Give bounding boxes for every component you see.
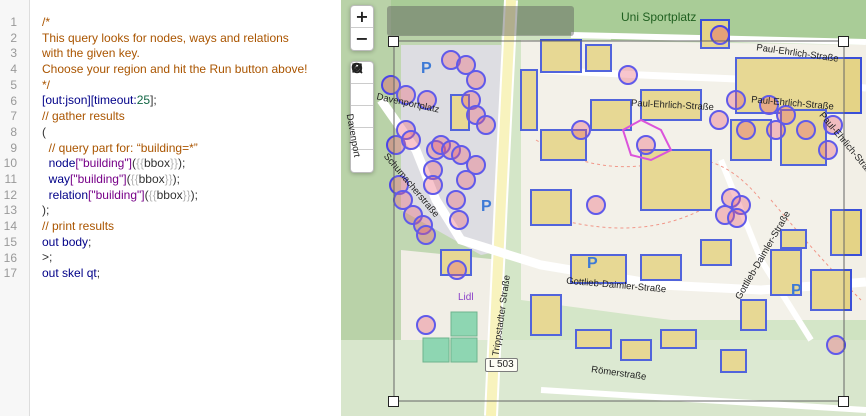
code-token: }} [169, 156, 178, 171]
line-number: 2 [10, 30, 17, 45]
code-area[interactable]: /* This query looks for nodes, ways and r… [42, 15, 340, 282]
line-number: 10 [3, 156, 17, 171]
code-line[interactable]: out skel qt; [42, 266, 340, 282]
code-token: ; [88, 234, 92, 249]
map-search-box[interactable] [387, 6, 574, 36]
line-number: 17 [3, 266, 17, 281]
code-token: ); [190, 187, 198, 202]
code-token: }} [164, 171, 173, 186]
code-token: with the given key. [42, 46, 140, 61]
line-number: 3 [10, 46, 17, 61]
code-token: */ [42, 77, 51, 92]
code-token: ["building"] [70, 171, 127, 186]
code-line[interactable]: This query looks for nodes, ways and rel… [42, 31, 340, 47]
code-line[interactable]: // print results [42, 219, 340, 235]
parking-symbol: P [421, 60, 432, 77]
code-token: // query part for: “building=*” [42, 140, 198, 155]
code-token: node [42, 156, 76, 171]
code-token: relation [42, 187, 89, 202]
code-line[interactable]: with the given key. [42, 46, 340, 62]
code-token: >; [42, 250, 53, 265]
code-token: // gather results [42, 109, 125, 124]
line-number: 1 [10, 15, 17, 29]
line-number: 6 [10, 93, 17, 108]
code-token: Choose your region and hit the Run butto… [42, 62, 308, 77]
code-token: ["building"] [88, 187, 145, 202]
code-token: ]; [150, 93, 157, 108]
code-line[interactable]: // gather results [42, 109, 340, 125]
line-number: 12 [3, 187, 17, 202]
code-token: out body [42, 234, 89, 249]
line-number: 15 [3, 234, 17, 249]
line-number: 5 [10, 77, 17, 92]
code-token: ; [96, 266, 101, 280]
code-token: {{ [148, 187, 157, 202]
park-label: Uni Sportplatz [621, 10, 697, 24]
query-editor[interactable]: 1 2 3 4 5 6 7 8 9 10 11 12 13 14 15 16 17 /* This query l… [0, 0, 340, 416]
zoom-control: + − [350, 5, 374, 51]
code-token: This query looks for nodes, ways and rel… [42, 30, 289, 45]
zoom-out-button[interactable]: − [351, 28, 373, 50]
code-token: ); [42, 203, 50, 218]
line-number: 13 [3, 203, 17, 218]
parking-symbol: P [791, 282, 802, 299]
line-number: 7 [10, 109, 17, 124]
code-token: ); [178, 156, 186, 171]
parking-symbol: P [481, 198, 492, 215]
code-token: ( [42, 124, 46, 139]
code-token: {{ [135, 156, 144, 171]
code-line[interactable]: >; [42, 250, 340, 266]
code-line[interactable]: */ [42, 78, 340, 94]
line-number: 16 [3, 250, 17, 265]
code-token: way [42, 171, 71, 186]
current-location-button[interactable] [351, 63, 373, 106]
line-number: 9 [10, 140, 17, 155]
line-number: 8 [10, 124, 17, 139]
code-token: bbox [156, 187, 183, 202]
code-line[interactable]: Choose your region and hit the Run butto… [42, 62, 340, 78]
shop-label: Lidl [458, 292, 474, 303]
code-line[interactable]: relation["building"]({{bbox}}); [42, 188, 340, 204]
code-line[interactable]: node["building"]({{bbox}}); [42, 156, 340, 172]
bbox-handle-top-right[interactable] [838, 36, 849, 47]
line-number-gutter: 1 2 3 4 5 6 7 8 9 10 11 12 13 14 15 16 17 [0, 0, 30, 416]
code-line[interactable]: // query part for: “building=*” [42, 141, 340, 157]
map-tiles[interactable] [341, 0, 866, 416]
zoom-in-button[interactable]: + [351, 6, 373, 28]
code-line[interactable]: way["building"]({{bbox}}); [42, 172, 340, 188]
code-token: 25 [136, 93, 151, 108]
bbox-handle-top-left[interactable] [388, 36, 399, 47]
parking-symbol: P [587, 255, 598, 272]
code-token: {{ [130, 171, 139, 186]
code-token: }} [182, 187, 191, 202]
code-line[interactable]: out body; [42, 235, 340, 251]
code-token: // print results [42, 218, 115, 233]
bbox-handle-bottom-left[interactable] [388, 396, 399, 407]
code-token: bbox [143, 156, 170, 171]
code-token: bbox [138, 171, 165, 186]
code-token: out skel qt [42, 266, 97, 280]
code-line[interactable]: ); [42, 203, 340, 219]
code-token: ["building"] [75, 156, 132, 171]
code-token: [out:json][timeout: [42, 93, 137, 108]
code-line[interactable]: ( [42, 125, 340, 141]
code-line[interactable]: [out:json][timeout:25]; [42, 93, 340, 109]
line-number: 14 [3, 219, 17, 234]
no-entry-icon [351, 62, 363, 74]
code-token: /* [42, 15, 51, 29]
road-number-sign: L 503 [485, 358, 518, 372]
map-view[interactable]: + − Uni Sportplatz Paul-Ehrlich-Straße P… [341, 0, 866, 416]
line-number: 11 [4, 172, 17, 186]
line-number: 4 [10, 62, 17, 77]
code-line[interactable]: /* [42, 15, 340, 31]
code-token: ); [172, 171, 180, 186]
bbox-handle-bottom-right[interactable] [838, 396, 849, 407]
